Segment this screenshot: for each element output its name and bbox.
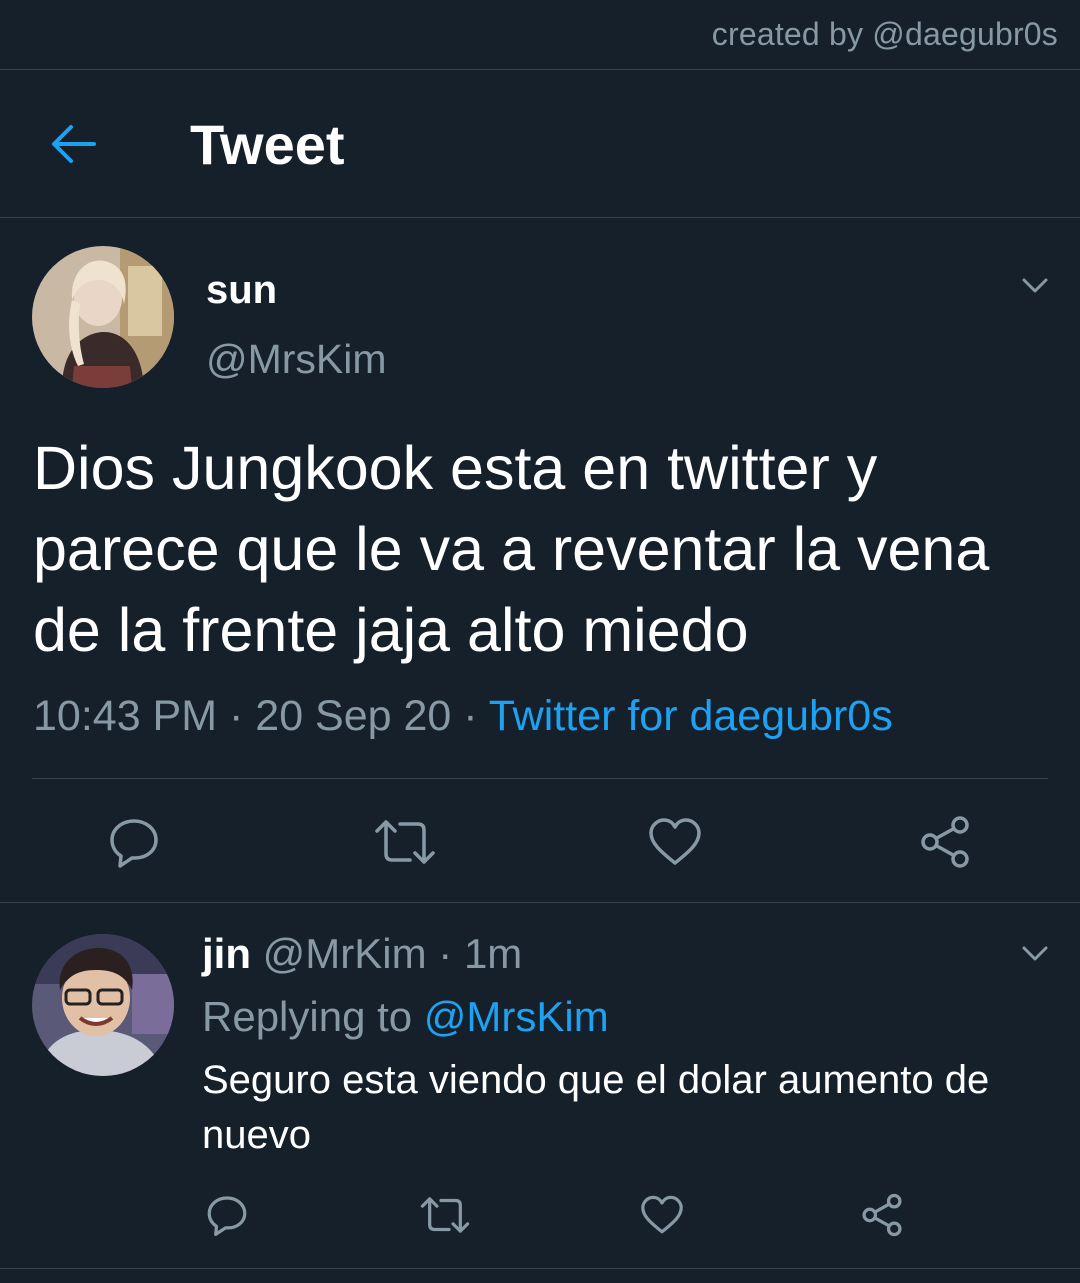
divider (0, 69, 1080, 70)
author-name[interactable]: sun (206, 268, 277, 313)
tweet-time: 10:43 PM (33, 692, 218, 740)
back-button[interactable] (48, 118, 100, 170)
retweet-button[interactable] (418, 1190, 472, 1240)
reply-button[interactable] (202, 1190, 252, 1240)
reply-icon (207, 1196, 247, 1236)
divider (0, 902, 1080, 903)
author-handle[interactable]: @MrsKim (206, 336, 387, 383)
meta-separator: · (217, 692, 256, 740)
share-icon (862, 1193, 902, 1237)
reply-age: 1m (463, 930, 523, 977)
reply-author-handle[interactable]: @MrKim (263, 930, 427, 977)
tweet-meta: 10:43 PM · 20 Sep 20 · Twitter for daegu… (33, 692, 893, 741)
share-button[interactable] (914, 812, 976, 872)
tweet-detail-screen: created by @daegubr0s Tweet sun @MrsKim … (0, 0, 1080, 1283)
tweet-source-link[interactable]: Twitter for daegubr0s (489, 692, 893, 740)
share-icon (921, 816, 969, 868)
tweet-text: Dios Jungkook esta en twitter y parece q… (33, 434, 990, 664)
avatar[interactable] (32, 934, 174, 1076)
retweet-icon (375, 820, 435, 864)
page-title: Tweet (190, 113, 345, 176)
reply-author-name[interactable]: jin (202, 930, 251, 977)
divider (32, 778, 1048, 779)
like-button[interactable] (644, 812, 706, 872)
reply-icon (110, 819, 158, 868)
retweet-button[interactable] (372, 812, 438, 872)
tweet-date: 20 Sep 20 (255, 692, 452, 740)
avatar-photo-icon (32, 934, 174, 1076)
share-button[interactable] (856, 1190, 908, 1240)
reply-text: Seguro esta viendo que el dolar aumento … (202, 1058, 990, 1157)
meta-separator: · (451, 692, 489, 740)
replying-to-line: Replying to @MrsKim (202, 993, 609, 1041)
avatar[interactable] (32, 246, 174, 388)
like-icon (649, 818, 701, 865)
divider (0, 217, 1080, 218)
avatar-photo-icon (32, 246, 174, 388)
like-icon (641, 1195, 683, 1234)
retweet-icon (420, 1197, 470, 1233)
like-button[interactable] (636, 1190, 688, 1240)
reply-header: jin @MrKim · 1m (202, 930, 522, 978)
chevron-down-icon[interactable] (1018, 268, 1052, 302)
creator-credit: created by @daegubr0s (711, 16, 1058, 52)
divider (0, 1268, 1080, 1269)
meta-separator: · (426, 930, 464, 977)
chevron-down-icon[interactable] (1018, 936, 1052, 970)
back-arrow-icon (52, 125, 96, 163)
replying-to-label: Replying to (202, 993, 413, 1040)
replying-to-handle[interactable]: @MrsKim (424, 993, 609, 1040)
reply-button[interactable] (104, 812, 164, 872)
